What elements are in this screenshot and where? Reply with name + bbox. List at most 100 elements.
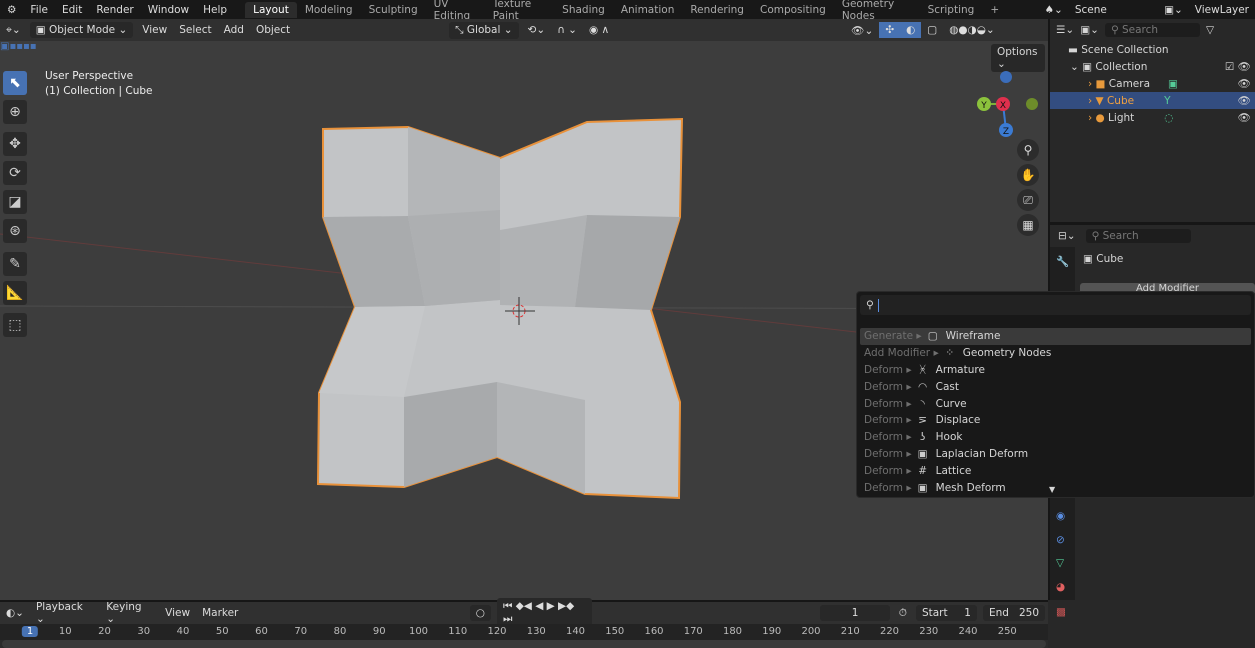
filter-scene-icon[interactable]: ▣⌄ bbox=[1080, 24, 1099, 36]
modifier-result-item[interactable]: Deform ▸ ʖ Hook bbox=[857, 429, 1254, 446]
tab-compositing[interactable]: Compositing bbox=[752, 2, 834, 18]
auto-keying-toggle[interactable]: ○ bbox=[469, 605, 491, 621]
visibility-eye-icon[interactable]: 👁 bbox=[1238, 77, 1251, 90]
tab-layout[interactable]: Layout bbox=[245, 1, 297, 18]
blender-logo-icon[interactable]: ⚙ bbox=[0, 4, 23, 16]
outliner-search-input[interactable]: ⚲ Search bbox=[1104, 23, 1200, 37]
editor-type-icon[interactable]: ⊟⌄ bbox=[1058, 230, 1076, 242]
menu-select[interactable]: Select bbox=[173, 22, 217, 38]
texture-tab-icon[interactable]: ▩ bbox=[1056, 606, 1066, 618]
modifier-result-item[interactable]: Add Modifier ▸ ⁘ Geometry Nodes bbox=[857, 345, 1254, 362]
outliner-item-light[interactable]: › ● Light ◌ 👁 bbox=[1050, 109, 1255, 126]
zoom-icon[interactable]: ⚲ bbox=[1017, 139, 1039, 161]
navigation-gizmo[interactable]: Y X Z bbox=[970, 69, 1040, 139]
editor-type-icon[interactable]: ◐⌄ bbox=[0, 605, 30, 621]
menu-view[interactable]: View bbox=[159, 605, 196, 621]
stopwatch-icon[interactable]: ⏱ bbox=[893, 605, 913, 622]
options-button[interactable]: Options ⌄ bbox=[991, 44, 1045, 72]
modifier-result-item[interactable]: Deform ▸ ◠ Cast bbox=[857, 378, 1254, 395]
filter-icon[interactable]: ▽ bbox=[1206, 24, 1214, 36]
tab-sculpting[interactable]: Sculpting bbox=[361, 2, 426, 18]
editor-type-icon[interactable]: ⌖⌄ bbox=[0, 22, 27, 39]
physics-tab-icon[interactable]: ◉ bbox=[1056, 510, 1065, 522]
select-tool-icon[interactable]: ⬉ bbox=[3, 71, 27, 95]
menu-marker[interactable]: Marker bbox=[196, 605, 244, 621]
annotate-tool-icon[interactable]: ✎ bbox=[3, 252, 27, 276]
menu-object[interactable]: Object bbox=[250, 22, 296, 38]
visibility-eye-icon[interactable]: ☑ 👁 bbox=[1225, 60, 1251, 73]
snap-icon[interactable]: ∩ ⌄ bbox=[551, 22, 583, 38]
material-tab-icon[interactable]: ◕ bbox=[1056, 581, 1065, 593]
mesh-data-icon[interactable]: Y bbox=[1164, 95, 1170, 107]
gizmo-toggle-icon[interactable]: ✣ bbox=[879, 22, 901, 38]
measure-tool-icon[interactable]: 📐 bbox=[3, 281, 27, 305]
menu-add[interactable]: Add bbox=[218, 22, 250, 38]
modifier-search-input[interactable]: ⚲ bbox=[860, 295, 1251, 315]
tab-scripting[interactable]: Scripting bbox=[920, 2, 983, 18]
outliner-item-cube[interactable]: › ▼ Cube Y 👁 bbox=[1050, 92, 1255, 109]
selection-mode-icons[interactable]: ▣▪▪▪▪ bbox=[0, 41, 80, 53]
constraints-tab-icon[interactable]: ⊘ bbox=[1056, 534, 1065, 546]
shading-modes[interactable]: ◍●◑◒⌄ bbox=[943, 22, 1000, 38]
outliner-item-camera[interactable]: › ■ Camera ▣ 👁 bbox=[1050, 75, 1255, 92]
tab-shading[interactable]: Shading bbox=[554, 2, 613, 18]
display-mode-icon[interactable]: ☰⌄ bbox=[1056, 24, 1074, 36]
visibility-icon[interactable]: 👁⌄ bbox=[845, 22, 879, 39]
modifier-tab-icon[interactable]: 🔧 bbox=[1050, 247, 1075, 276]
end-frame-field[interactable]: End 250 bbox=[982, 605, 1046, 621]
scene-icon[interactable]: ♠⌄ bbox=[1039, 2, 1069, 18]
scroll-down-icon[interactable]: ▼ bbox=[1049, 485, 1055, 494]
tab-modeling[interactable]: Modeling bbox=[297, 2, 361, 18]
tab-animation[interactable]: Animation bbox=[613, 2, 683, 18]
data-tab-icon[interactable]: ▽ bbox=[1056, 557, 1064, 569]
cursor-tool-icon[interactable]: ⊕ bbox=[3, 100, 27, 124]
scene-selector[interactable]: Scene bbox=[1069, 2, 1158, 18]
visibility-eye-icon[interactable]: 👁 bbox=[1238, 111, 1251, 124]
start-frame-field[interactable]: Start 1 bbox=[915, 605, 977, 621]
outliner-item-collection[interactable]: ⌄ ▣ Collection ☑ 👁 bbox=[1050, 58, 1255, 75]
move-tool-icon[interactable]: ✥ bbox=[3, 132, 27, 156]
mode-selector[interactable]: ▣ Object Mode ⌄ bbox=[29, 22, 134, 38]
modifier-result-item[interactable]: Deform ▸ ▣ Mesh Deform bbox=[857, 479, 1254, 496]
pivot-icon[interactable]: ⟲⌄ bbox=[522, 22, 552, 38]
properties-search-input[interactable]: ⚲ Search bbox=[1085, 229, 1191, 243]
menu-file[interactable]: File bbox=[23, 4, 55, 16]
add-cube-tool-icon[interactable]: ⬚ bbox=[3, 313, 27, 337]
camera-view-icon[interactable]: ⎚ bbox=[1017, 189, 1039, 211]
menu-window[interactable]: Window bbox=[141, 4, 196, 16]
overlay-toggle-icon[interactable]: ◐ bbox=[900, 22, 922, 38]
view-layer-selector[interactable]: ViewLayer bbox=[1189, 2, 1255, 18]
modifier-result-item[interactable]: Deform ▸ ◝ Curve bbox=[857, 395, 1254, 412]
current-frame-field[interactable]: 1 bbox=[820, 605, 890, 621]
modifier-result-item[interactable]: Deform ▸ ᚸ Armature bbox=[857, 362, 1254, 379]
visibility-eye-icon[interactable]: 👁 bbox=[1238, 94, 1251, 107]
timeline-scrollbar[interactable] bbox=[2, 640, 1046, 648]
transform-tool-icon[interactable]: ⊛ bbox=[3, 219, 27, 243]
outliner-item-scene-collection[interactable]: ▬ Scene Collection bbox=[1050, 41, 1255, 58]
menu-render[interactable]: Render bbox=[89, 4, 140, 16]
modifier-result-item[interactable]: Deform ▸ ▣ Laplacian Deform bbox=[857, 446, 1254, 463]
frame-tick: 140 bbox=[565, 626, 586, 637]
menu-help[interactable]: Help bbox=[196, 4, 234, 16]
menu-playback[interactable]: Playback ⌄ bbox=[30, 599, 100, 627]
modifier-result-item[interactable]: Deform ▸ # Lattice bbox=[857, 462, 1254, 479]
transform-orientation[interactable]: ⤡ Global ⌄ bbox=[449, 21, 519, 39]
view-layer-icon[interactable]: ▣⌄ bbox=[1158, 2, 1189, 18]
rotate-tool-icon[interactable]: ⟳ bbox=[3, 161, 27, 185]
menu-keying[interactable]: Keying ⌄ bbox=[100, 599, 159, 627]
proportional-edit-icon[interactable]: ◉ ∧ bbox=[583, 22, 615, 38]
arrow-icon: ▸ bbox=[903, 363, 912, 376]
menu-view[interactable]: View bbox=[136, 22, 173, 38]
xray-icon[interactable]: ▢ bbox=[921, 22, 943, 38]
modifier-result-item[interactable]: Deform ▸ ⋝ Displace bbox=[857, 412, 1254, 429]
scale-tool-icon[interactable]: ◪ bbox=[3, 190, 27, 214]
frame-ruler[interactable]: 1 10 20 30 40 50 60 70 80 90 100 110 120 130 140 150 160… bbox=[0, 624, 1048, 640]
menu-edit[interactable]: Edit bbox=[55, 4, 89, 16]
camera-data-icon[interactable]: ▣ bbox=[1168, 78, 1178, 90]
ortho-grid-icon[interactable]: ▦ bbox=[1017, 214, 1039, 236]
tab-rendering[interactable]: Rendering bbox=[682, 2, 752, 18]
modifier-result-item[interactable]: Generate ▸ ▢ Wireframe bbox=[860, 328, 1251, 345]
add-workspace-button[interactable]: + bbox=[982, 2, 1007, 18]
pan-hand-icon[interactable]: ✋ bbox=[1017, 164, 1039, 186]
light-data-icon[interactable]: ◌ bbox=[1164, 112, 1173, 124]
